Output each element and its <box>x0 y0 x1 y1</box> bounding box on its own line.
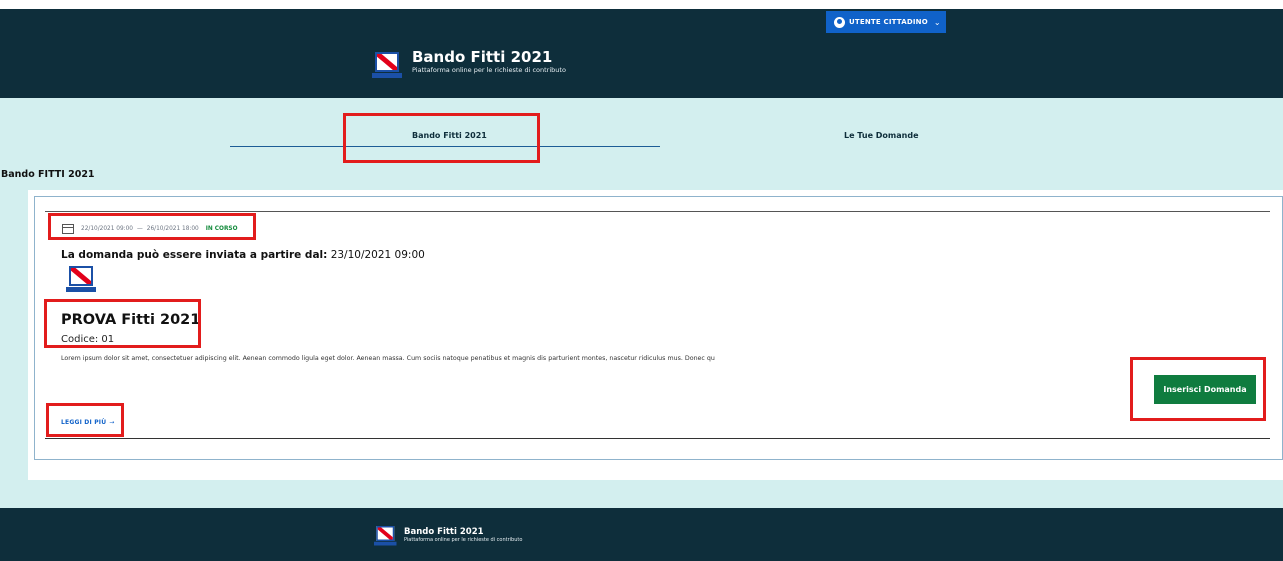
card-divider-top <box>45 211 1270 212</box>
region-logo-icon <box>66 266 96 296</box>
site-header: UTENTE CITTADINO ⌄ <box>0 9 1283 98</box>
user-menu-label: UTENTE CITTADINO <box>849 18 928 26</box>
region-logo-icon <box>374 526 397 546</box>
site-footer <box>0 508 1283 561</box>
footer-subtitle: Piattaforma online per le richieste di c… <box>404 537 523 543</box>
card-divider-bottom <box>45 438 1270 439</box>
send-date-row: La domanda può essere inviata a partire … <box>61 249 425 261</box>
bando-description: Lorem ipsum dolor sit amet, consectetuer… <box>61 355 715 362</box>
bando-logo <box>66 266 96 296</box>
site-subtitle: Piattaforma online per le richieste di c… <box>412 66 566 74</box>
highlight-box <box>343 113 540 163</box>
footer-brand[interactable]: Bando Fitti 2021 Piattaforma online per … <box>374 526 522 548</box>
send-date-value: 23/10/2021 09:00 <box>330 249 425 261</box>
highlight-box <box>44 299 201 348</box>
highlight-box <box>1130 357 1266 421</box>
tab-le-tue-domande[interactable]: Le Tue Domande <box>844 131 919 140</box>
highlight-box <box>48 213 256 240</box>
site-title: Bando Fitti 2021 <box>412 48 553 66</box>
user-menu-button[interactable]: UTENTE CITTADINO ⌄ <box>826 11 946 33</box>
send-date-label: La domanda può essere inviata a partire … <box>61 249 328 261</box>
section-title: Bando FITTI 2021 <box>1 169 95 180</box>
highlight-box <box>46 403 124 437</box>
user-avatar-icon <box>834 16 845 28</box>
header-brand[interactable]: Bando Fitti 2021 Piattaforma online per … <box>372 48 566 82</box>
footer-title: Bando Fitti 2021 <box>404 527 484 537</box>
region-logo-icon <box>372 52 402 82</box>
top-strip <box>0 0 1283 9</box>
chevron-down-icon: ⌄ <box>933 17 941 27</box>
